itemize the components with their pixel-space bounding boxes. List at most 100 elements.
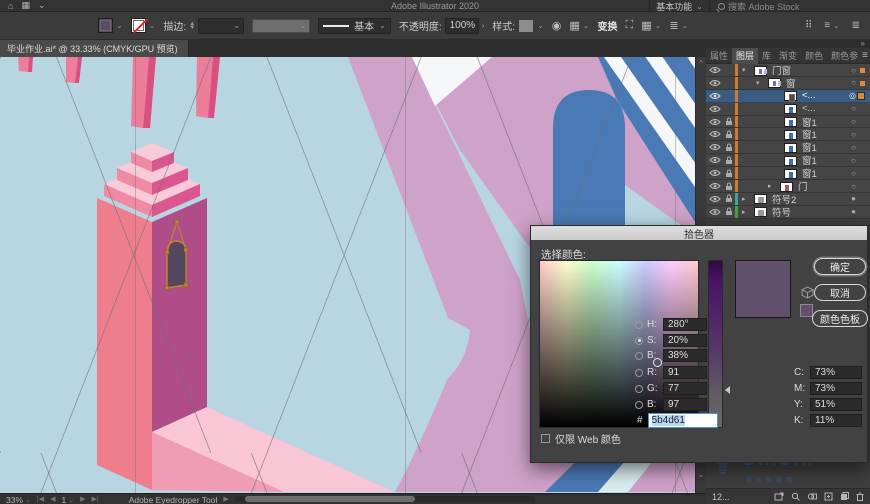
slider-arrow-right-icon[interactable] [725,386,730,394]
lock-icon[interactable] [725,116,735,128]
layer-thumbnail[interactable] [784,155,797,166]
cancel-button[interactable]: 取消 [814,284,866,301]
b2-input[interactable]: 97 [663,398,707,411]
target-circle-icon[interactable]: ○ [851,167,856,179]
delete-layer-icon[interactable] [856,492,864,501]
isolate-icon[interactable]: ▦ [641,19,651,32]
horizontal-scrollbar-thumb[interactable] [244,496,415,502]
expand-chevron-icon[interactable]: ▾ [742,64,746,76]
stroke-weight-dropdown[interactable]: ⌄ [198,17,245,34]
brush-definition-dropdown[interactable]: 基本 ⌄ [318,17,391,34]
visibility-eye-icon[interactable] [709,193,723,205]
target-circle-icon[interactable]: ○ [851,128,856,140]
r-input[interactable]: 91 [663,366,707,379]
visibility-eye-icon[interactable] [709,103,723,115]
layer-name[interactable]: 窗1 [802,167,817,180]
target-circle-icon[interactable]: ◎ [849,90,856,102]
b2-radio[interactable] [635,400,643,409]
s-radio[interactable] [635,336,643,345]
selection-square[interactable] [860,80,865,86]
b-radio[interactable] [635,351,643,360]
b-input[interactable]: 38% [663,349,707,362]
layer-row[interactable]: 窗1 ○ [706,167,870,180]
fill-chevron-icon[interactable]: ⌄ [116,21,123,30]
panel-menu-icon[interactable]: ≡ [862,50,868,61]
align-grid-icon[interactable]: ▦ [569,19,579,32]
stroke-chevron-icon[interactable]: ⌄ [149,21,156,30]
new-sublayer-icon[interactable] [824,492,833,501]
layer-thumbnail[interactable] [780,181,793,192]
panel-dock-icon[interactable]: ≡ [824,20,830,31]
stroke-color-swatch[interactable] [130,18,146,33]
tab-libraries[interactable]: 库 [758,47,775,64]
lock-icon[interactable] [725,154,735,166]
horizontal-scrollbar[interactable] [234,496,535,502]
k-input[interactable]: 11% [810,414,862,427]
visibility-eye-icon[interactable] [709,77,723,89]
lock-icon[interactable] [725,206,735,218]
visibility-eye-icon[interactable] [709,206,723,218]
visibility-eye-icon[interactable] [709,90,723,102]
layer-thumbnail[interactable] [784,129,797,140]
visibility-eye-icon[interactable] [709,141,723,153]
target-circle-icon[interactable]: ○ [851,116,856,128]
layer-thumbnail[interactable] [784,104,797,115]
color-swatches-button[interactable]: 颜色色板 [812,310,868,327]
make-mask-icon[interactable] [807,492,817,501]
layer-name[interactable]: 窗1 [802,154,817,167]
tab-layers[interactable]: 图层 [732,47,759,64]
last-artboard-icon[interactable]: ▶| [91,495,98,503]
workspace-grid-icon[interactable]: ⠿ [805,20,812,31]
collect-for-export-icon[interactable] [774,492,784,501]
layer-thumbnail[interactable] [754,65,767,76]
hex-input[interactable]: 5b4d61 [647,413,718,428]
g-input[interactable]: 77 [663,382,707,395]
layer-thumbnail[interactable] [754,207,767,218]
ok-button[interactable]: 确定 [814,258,866,275]
layer-name[interactable]: <... [802,90,815,102]
layer-row-selected[interactable]: <... ◎ [706,89,870,103]
visibility-eye-icon[interactable] [709,128,723,140]
layer-row[interactable]: 窗1 ○ [706,154,870,167]
expand-chevron-icon[interactable]: ▸ [768,180,772,192]
lock-icon[interactable] [725,167,735,179]
scroll-up-icon[interactable]: ^ [696,59,706,68]
y-input[interactable]: 51% [810,398,862,411]
target-circle-icon[interactable]: ○ [851,141,856,153]
layer-thumbnail[interactable] [784,168,797,179]
new-layer-icon[interactable] [840,492,849,501]
opacity-input[interactable]: 100% [444,17,479,34]
layer-row[interactable]: 窗1 ○ [706,141,870,154]
collapse-panels-icon[interactable]: » [861,39,865,48]
layer-row[interactable]: 窗1 ○ [706,115,870,129]
layer-name[interactable]: 窗1 [802,128,817,141]
layer-name[interactable]: 窗 [786,77,796,90]
layer-name[interactable]: 门 [798,180,808,193]
selection-square[interactable] [860,68,865,73]
c-input[interactable]: 73% [810,366,862,379]
target-dot-icon[interactable]: ● [851,206,856,218]
tab-gradient[interactable]: 渐变 [775,47,801,64]
visibility-eye-icon[interactable] [709,64,723,76]
layer-row[interactable]: 窗1 ○ [706,128,870,141]
target-circle-icon[interactable]: ○ [851,77,856,89]
dialog-title-bar[interactable]: 拾色器 [531,226,867,241]
document-tab[interactable]: 毕业作业.ai* @ 33.33% (CMYK/GPU 预览) [0,40,189,57]
layer-name[interactable]: 符号 [772,206,791,219]
layer-name[interactable]: <... [802,103,815,115]
layer-row[interactable]: ▾ 窗 ○ [706,76,870,90]
variable-width-profile-dropdown[interactable]: ⌄ [252,18,311,33]
s-input[interactable]: 20% [663,334,707,347]
tab-color-guide[interactable]: 颜色参 [827,47,862,64]
expand-chevron-icon[interactable]: ▸ [742,206,746,218]
tab-properties[interactable]: 属性 [706,47,732,64]
target-circle-icon[interactable]: ○ [851,154,856,166]
visibility-eye-icon[interactable] [709,167,723,179]
zoom-level-dropdown[interactable]: 33% ⌄ [6,495,31,504]
web-only-checkbox[interactable] [541,434,550,443]
target-circle-icon[interactable]: ○ [851,103,856,115]
stroke-weight-stepper[interactable]: ▲ ▼ [189,21,195,31]
selection-square[interactable] [857,92,865,101]
visibility-eye-icon[interactable] [709,116,723,128]
tab-color[interactable]: 颜色 [801,47,827,64]
